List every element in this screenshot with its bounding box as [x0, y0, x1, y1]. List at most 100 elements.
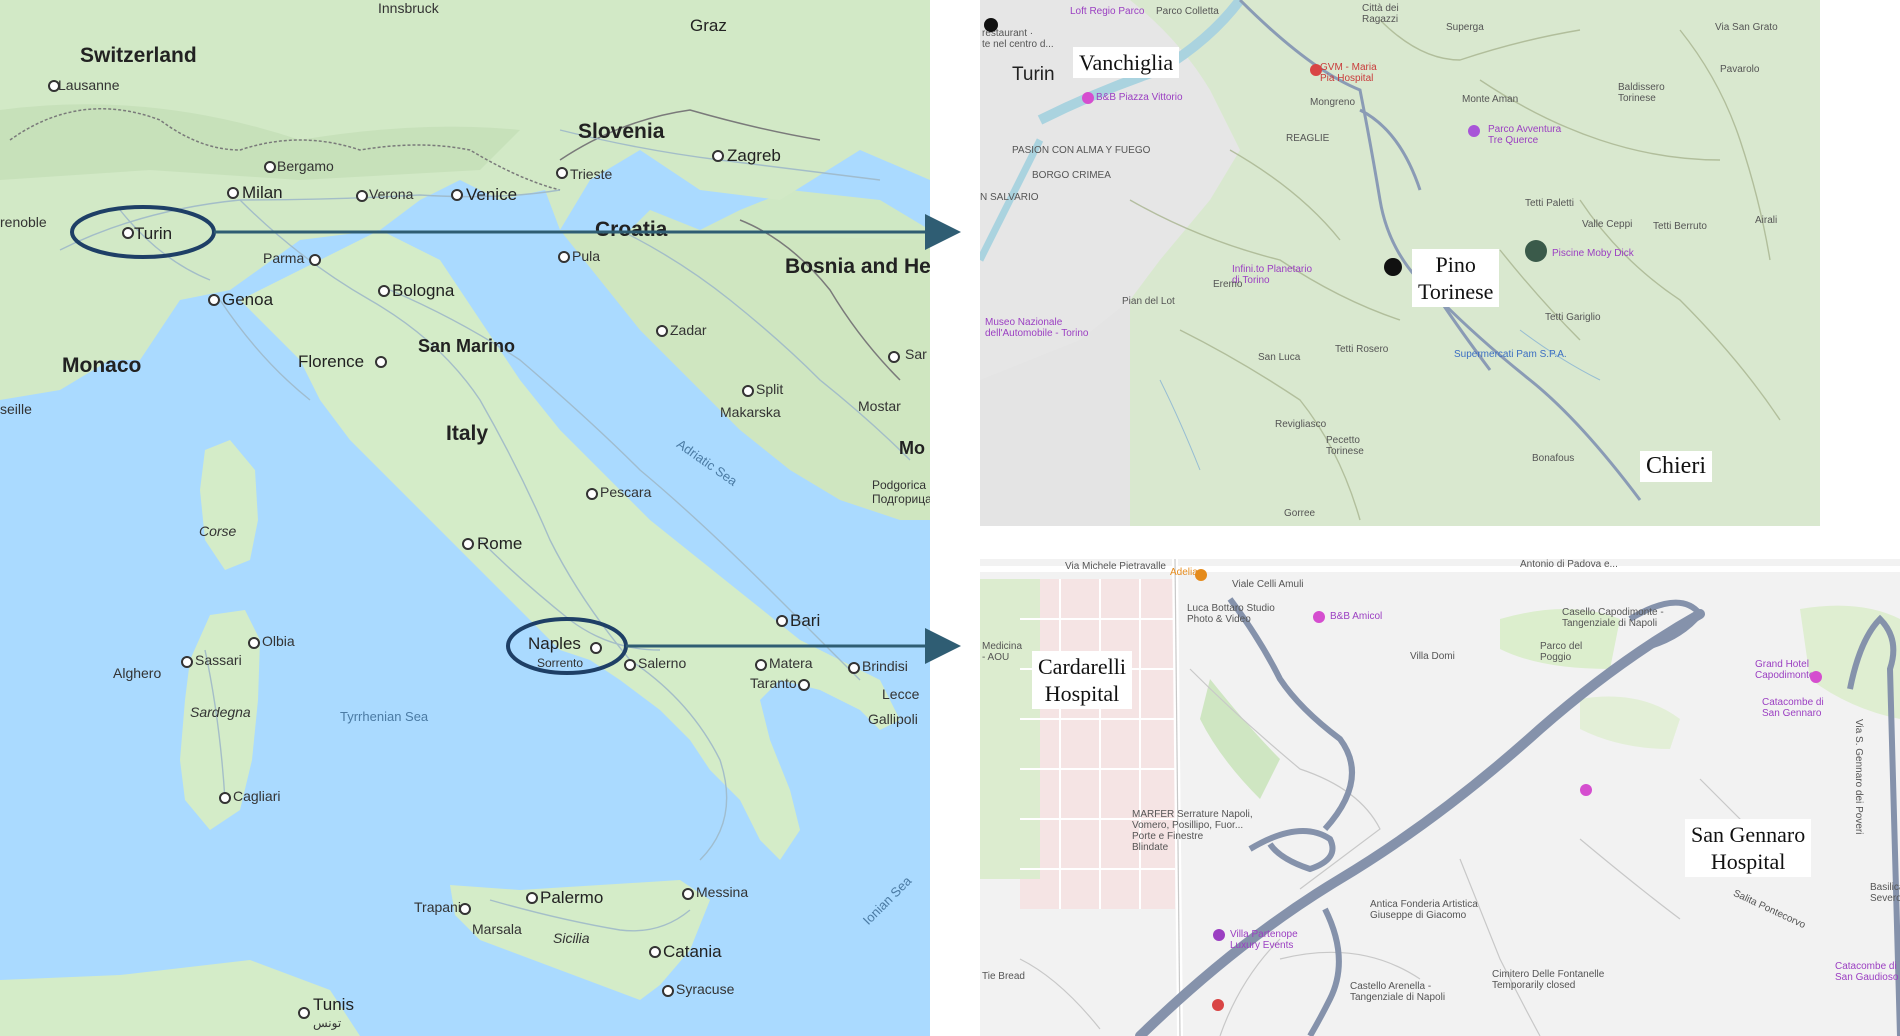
city-label: Trieste — [570, 166, 613, 182]
poi-label[interactable]: Catacombe di San Gennaro — [1762, 697, 1824, 719]
city-label: Parma — [263, 250, 305, 266]
naples-terrain — [980, 559, 1900, 1036]
city-label: Podgorica — [872, 478, 927, 492]
city-marker — [742, 385, 754, 397]
city-label: Trapani — [414, 899, 461, 915]
place-label: Tetti Paletti — [1525, 198, 1574, 209]
callout-san-gennaro-hospital: San Gennaro Hospital — [1685, 819, 1812, 877]
poi-label[interactable]: Parco Avventura Tre Querce — [1488, 124, 1561, 146]
road-label: Via S. Gennaro dei Poveri — [1853, 719, 1864, 835]
poi-label[interactable]: Catacombe di San Gaudioso — [1835, 961, 1898, 983]
italy-overview-map[interactable]: Switzerland Slovenia Croatia Bosnia and … — [0, 0, 930, 1036]
poi-label[interactable]: Cimitero Delle Fontanelle Temporarily cl… — [1492, 969, 1604, 991]
island-label: Sardegna — [190, 704, 251, 720]
restaurant-pin-icon[interactable] — [984, 18, 998, 32]
poi-label[interactable]: Supermercati Pam S.P.A. — [1454, 349, 1567, 360]
city-marker — [462, 538, 474, 550]
city-label: Rome — [477, 534, 523, 553]
poi-label[interactable]: Loft Regio Parco — [1070, 6, 1145, 17]
city-marker — [375, 356, 387, 368]
city-label: Innsbruck — [378, 0, 439, 16]
hotel-pin-icon[interactable] — [1313, 611, 1325, 623]
planetarium-pin-icon[interactable] — [1384, 258, 1402, 276]
city-marker — [558, 251, 570, 263]
city-marker — [298, 1007, 310, 1019]
island-label: Sicilia — [553, 930, 590, 946]
park-pin-icon[interactable] — [1468, 125, 1480, 137]
city-label: Pula — [572, 248, 601, 264]
city-label-naples[interactable]: Naples — [528, 634, 581, 654]
city-label: Catania — [663, 942, 722, 961]
pool-pin-icon[interactable] — [1525, 240, 1547, 262]
city-label: Sar — [905, 346, 927, 362]
city-marker — [451, 189, 463, 201]
city-marker — [586, 488, 598, 500]
city-marker — [556, 167, 568, 179]
place-label: Casello Capodimonte - Tangenziale di Nap… — [1562, 607, 1664, 629]
city-label: Matera — [769, 655, 813, 671]
place-label: Tetti Gariglio — [1545, 312, 1601, 323]
city-marker — [624, 659, 636, 671]
road-label: Viale Celli Amuli — [1232, 579, 1304, 590]
city-label: Makarska — [720, 404, 781, 420]
city-label: Olbia — [262, 633, 295, 649]
city-label: renoble — [0, 214, 47, 230]
city-label: Split — [756, 381, 784, 397]
city-marker — [656, 325, 668, 337]
place-label: Baldissero Torinese — [1618, 82, 1665, 104]
poi-label[interactable]: GVM - Maria Pia Hospital — [1320, 62, 1377, 84]
country-label: Monaco — [62, 354, 142, 377]
city-label: Sorrento — [537, 656, 584, 670]
poi-label[interactable]: Museo Nazionale dell'Automobile - Torino — [985, 317, 1088, 339]
poi-label[interactable]: B&B Piazza Vittorio — [1096, 92, 1183, 103]
city-label: Cagliari — [233, 788, 281, 804]
city-marker-naples — [590, 642, 602, 654]
hotel-pin-icon[interactable] — [1082, 92, 1094, 104]
country-label: Croatia — [595, 218, 668, 241]
poi-label[interactable]: Grand Hotel Capodimonte — [1755, 659, 1814, 681]
city-marker — [264, 161, 276, 173]
poi-pin-icon[interactable] — [1195, 569, 1207, 581]
poi-pin-icon[interactable] — [1580, 784, 1592, 796]
turin-area-map[interactable]: Vanchiglia Pino Torinese Chieri Turin Ci… — [980, 0, 1820, 526]
city-marker — [712, 150, 724, 162]
hotel-pin-icon[interactable] — [1810, 671, 1822, 683]
poi-label[interactable]: B&B Amicol — [1330, 611, 1382, 622]
place-label: Eremo — [1213, 279, 1243, 290]
naples-area-map[interactable]: Cardarelli Hospital San Gennaro Hospital… — [980, 559, 1900, 1036]
poi-label[interactable]: Antica Fonderia Artistica Giuseppe di Gi… — [1370, 899, 1478, 921]
place-label: Mongreno — [1310, 97, 1356, 108]
poi-pin-icon[interactable] — [1212, 999, 1224, 1011]
poi-label[interactable]: Tie Bread — [982, 971, 1025, 982]
poi-label[interactable]: MARFER Serrature Napoli, Vomero, Posilli… — [1132, 809, 1253, 853]
poi-label[interactable]: Piscine Moby Dick — [1552, 248, 1634, 259]
place-label: Tetti Rosero — [1335, 344, 1389, 355]
place-label: Pian del Lot — [1122, 296, 1175, 307]
city-label: Lecce — [882, 686, 920, 702]
city-label-turin[interactable]: Turin — [134, 224, 172, 244]
poi-label[interactable]: Villa Partenope Luxury Events — [1230, 929, 1298, 951]
city-label: Florence — [298, 352, 365, 371]
place-label: Revigliasco — [1275, 419, 1327, 430]
place-label: Medicina - AOU — [982, 641, 1023, 663]
country-label: Bosnia and Herzegovina — [785, 255, 930, 278]
city-label: Palermo — [540, 888, 604, 907]
hospital-pin-icon[interactable] — [1310, 64, 1322, 76]
place-label: Superga — [1446, 22, 1484, 33]
road-label: Via Michele Pietravalle — [1065, 561, 1166, 572]
place-label: Airali — [1755, 215, 1778, 226]
city-marker-turin — [122, 227, 134, 239]
poi-label[interactable]: Luca Bottaro Studio Photo & Video — [1187, 603, 1275, 625]
event-pin-icon[interactable] — [1213, 929, 1225, 941]
city-label: Verona — [369, 186, 414, 202]
city-marker — [248, 637, 260, 649]
poi-label[interactable]: Infini.to Planetario di Torino — [1232, 264, 1312, 286]
sea-label: Tyrrhenian Sea — [340, 709, 429, 724]
city-label: Mostar — [858, 398, 901, 414]
poi-label[interactable]: Adelia — [1170, 567, 1198, 578]
city-label: Gallipoli — [868, 711, 918, 727]
place-label: Bonafous — [1532, 453, 1575, 464]
poi-label[interactable]: PASION CON ALMA Y FUEGO — [1012, 145, 1150, 156]
italy-terrain — [0, 0, 930, 1036]
poi-label[interactable]: Basilica Severo Fuori le — [1870, 882, 1900, 904]
